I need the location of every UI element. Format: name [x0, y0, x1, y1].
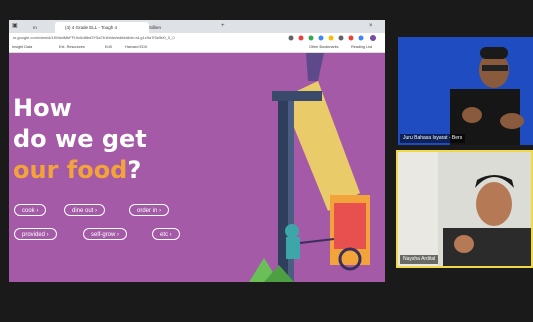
bookmark-2[interactable]: Ext. Resources — [59, 44, 85, 51]
interpreter-video-frame — [398, 37, 533, 145]
url-field[interactable]: sr.google.com/view/d/1KMwtMbFFUIc6d8bd3Y… — [13, 35, 281, 41]
address-bar: sr.google.com/view/d/1KMwtMbFFUIc6d8bd3Y… — [9, 33, 385, 43]
chip-provided-label: provided — [22, 232, 46, 238]
chip-etc-label: etc — [160, 232, 169, 238]
slide-title-line-3: our food? — [13, 155, 141, 185]
participant-1-name: Juru Bahasa Isyarat - Bers — [400, 134, 466, 143]
tab-1-label: m — [33, 25, 37, 30]
chip-self-grow-label: self-grow — [91, 232, 116, 238]
chip-dine-out: dine out › — [64, 204, 106, 216]
shared-screen: ▣ m (4) 4 Grade ELL - Tough 4 Sillien + … — [9, 20, 385, 282]
video-tile-interpreter[interactable]: Juru Bahasa Isyarat - Bers — [398, 37, 533, 145]
chip-dine-out-label: dine out — [72, 208, 94, 214]
bookmark-other[interactable]: Other Bookmarks — [309, 44, 339, 51]
bookmarks-bar: Insight Data Ext. Resources EdX Harvard … — [9, 43, 385, 53]
bookmark-1[interactable]: Insight Data — [12, 44, 32, 51]
chip-etc: etc › — [152, 228, 180, 240]
extension-icons[interactable] — [287, 34, 383, 42]
browser-tab-3[interactable]: Sillien — [139, 22, 209, 33]
speaker-video-frame — [398, 152, 531, 266]
slide-title-end: ? — [127, 156, 142, 184]
chip-cook-label: cook — [22, 208, 35, 214]
browser-tab-1[interactable]: m — [23, 22, 51, 33]
slide-title-line-2: do we get — [13, 125, 147, 153]
tab-3-label: Sillien — [149, 25, 162, 30]
window-close-icon[interactable]: × — [369, 22, 373, 31]
chip-order-in-label: order in — [137, 208, 158, 214]
browser-tab-2[interactable]: (4) 4 Grade ELL - Tough 4 — [55, 22, 149, 33]
chip-order-in: order in › — [129, 204, 170, 216]
bookmark-3[interactable]: EdX — [105, 44, 112, 51]
bookmark-reading-list[interactable]: Reading List — [351, 44, 372, 51]
bookmark-4[interactable]: Harvard EDX — [125, 44, 147, 51]
chip-provided: provided › — [14, 228, 57, 240]
sidebar-icon[interactable]: ▣ — [12, 22, 18, 31]
slide-illustration — [249, 53, 370, 282]
participant-2-name: Naysha Ardital — [400, 255, 439, 264]
chip-cook: cook › — [14, 204, 47, 216]
tab-2-label: (4) 4 Grade ELL - Tough 4 — [65, 25, 118, 30]
presentation-slide: How do we get our food? cook › dine out … — [9, 53, 385, 282]
slide-title-line-1: How — [13, 94, 72, 122]
slide-title-accent: our food — [13, 156, 128, 184]
new-tab-label: + — [221, 23, 225, 29]
chip-self-grow: self-grow › — [83, 228, 128, 240]
browser-tab-bar: ▣ m (4) 4 Grade ELL - Tough 4 Sillien + … — [9, 20, 385, 33]
new-tab-button[interactable]: + — [221, 22, 225, 31]
video-tile-speaker[interactable]: Naysha Ardital — [396, 150, 533, 268]
